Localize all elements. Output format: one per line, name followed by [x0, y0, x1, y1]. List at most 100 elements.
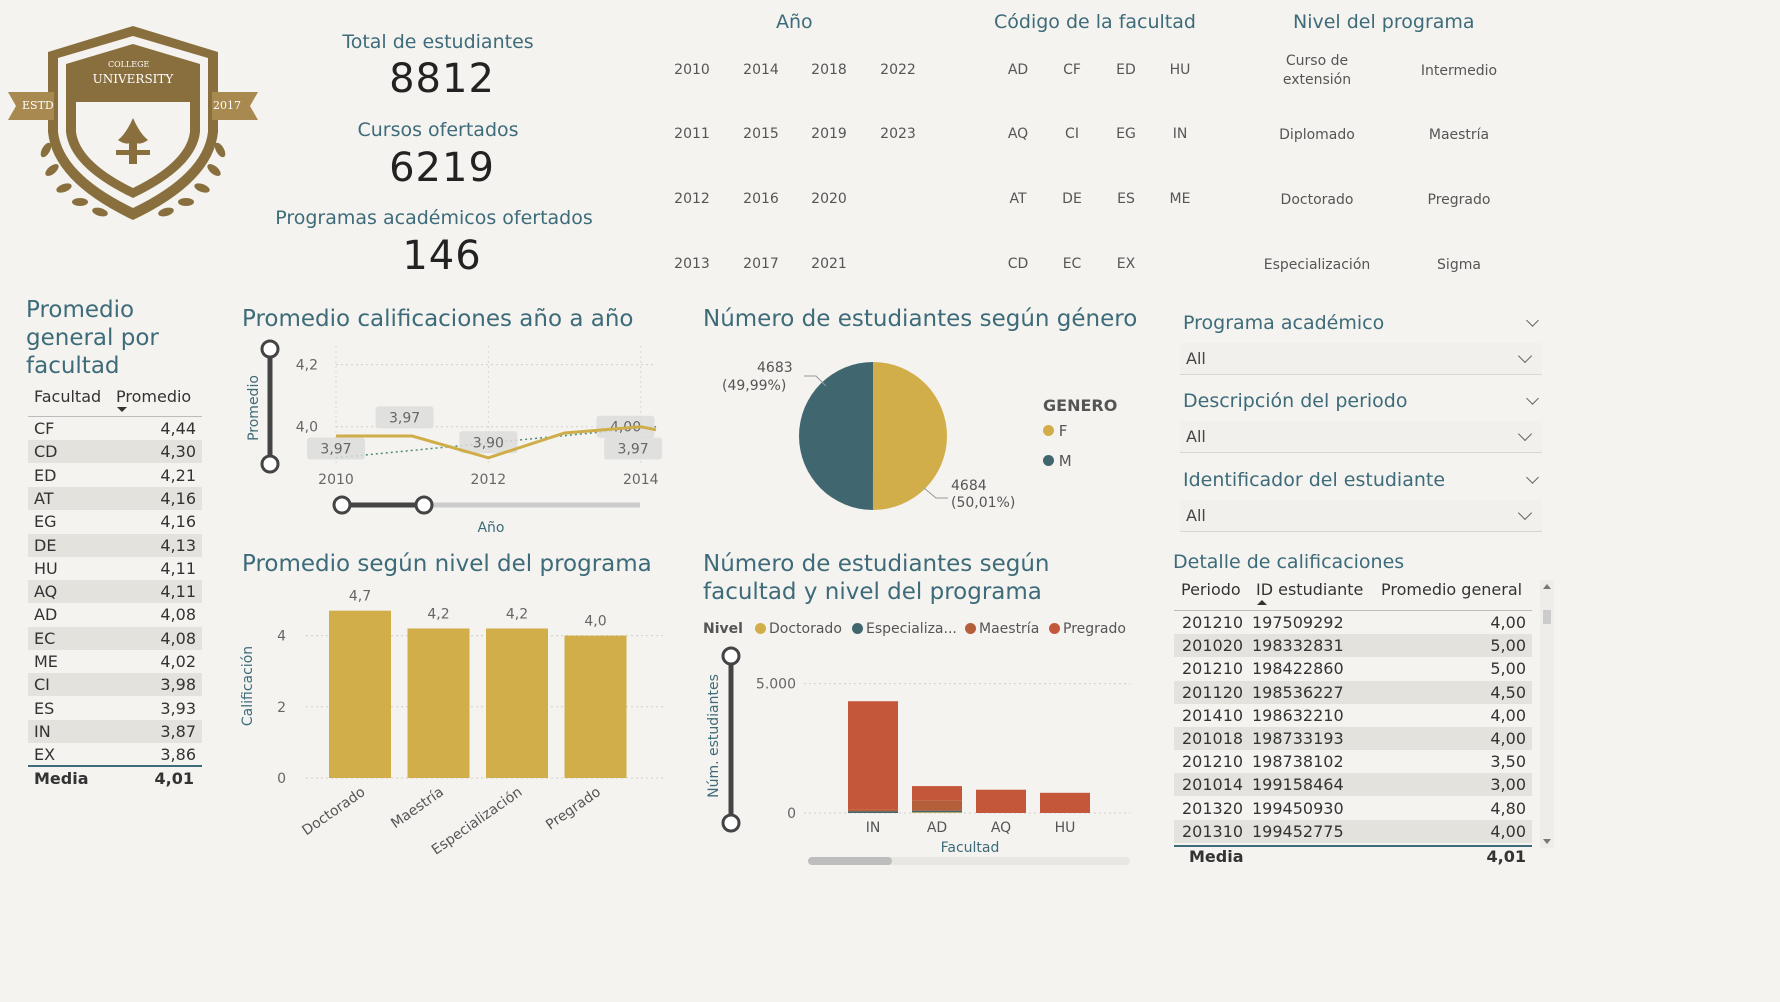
table-row[interactable]: HU 4,11	[28, 557, 202, 580]
dropdown-label[interactable]: Identificador del estudiante	[1183, 469, 1543, 491]
slicer-level-item[interactable]: Pregrado	[1389, 191, 1529, 210]
slicer-year-item[interactable]: 2013	[662, 256, 722, 272]
y-slider-handle[interactable]	[260, 454, 280, 474]
table-row[interactable]: 201210 197509292 4,00	[1174, 611, 1532, 634]
stacked-bar-segment[interactable]	[912, 810, 962, 813]
table-row[interactable]: 201210 198422860 5,00	[1174, 657, 1532, 680]
slicer-year-item[interactable]: 2014	[731, 62, 791, 78]
table-row[interactable]: EX 3,86	[28, 743, 202, 766]
table-row[interactable]: AQ 4,11	[28, 580, 202, 604]
slicer-faculty-item[interactable]: HU	[1156, 62, 1204, 78]
bar[interactable]	[564, 635, 627, 778]
slicer-faculty-item[interactable]: AD	[994, 62, 1042, 78]
slicer-year-item[interactable]: 2019	[799, 126, 859, 142]
table-row[interactable]: EC 4,08	[28, 626, 202, 650]
slicer-level-item[interactable]: Maestría	[1389, 126, 1529, 145]
slicer-year-item[interactable]: 2011	[662, 126, 722, 142]
col-header-average[interactable]: Promedio	[116, 387, 191, 406]
slicer-faculty-item[interactable]: CD	[994, 256, 1042, 272]
slicer-year-item[interactable]: 2012	[662, 191, 722, 207]
table-row[interactable]: 201014 199158464 3,00	[1174, 773, 1532, 797]
slicer-level-item[interactable]: Sigma	[1389, 256, 1529, 275]
table-row[interactable]: 201018 198733193 4,00	[1174, 727, 1532, 750]
dropdown-select[interactable]: All	[1180, 343, 1542, 375]
pie-legend-m[interactable]: M	[1043, 452, 1072, 470]
slicer-year-item[interactable]: 2022	[868, 62, 928, 78]
table-row[interactable]: DE 4,13	[28, 533, 202, 557]
slicer-year-item[interactable]: 2021	[799, 256, 859, 272]
stack-legend-item[interactable]: Doctorado	[755, 621, 842, 637]
pie-slice-f[interactable]	[872, 362, 947, 510]
y-slider-handle[interactable]	[721, 813, 741, 833]
dropdown-select[interactable]: All	[1180, 500, 1542, 532]
slicer-faculty-item[interactable]: ED	[1102, 62, 1150, 78]
stacked-bar-segment[interactable]	[912, 812, 962, 813]
detail-scrollbar[interactable]	[1540, 580, 1554, 848]
slicer-level-item[interactable]: Especialización	[1247, 256, 1387, 275]
stacked-bar-segment[interactable]	[912, 800, 962, 811]
slicer-level-item[interactable]: Doctorado	[1247, 191, 1387, 210]
stacked-bar-segment[interactable]	[848, 811, 898, 813]
slicer-year-item[interactable]: 2016	[731, 191, 791, 207]
table-row[interactable]: CD 4,30	[28, 440, 202, 464]
stack-legend-item[interactable]: Pregrado	[1049, 621, 1126, 637]
chevron-down-icon[interactable]	[1517, 348, 1533, 364]
slicer-faculty-item[interactable]: CF	[1048, 62, 1096, 78]
chevron-down-icon[interactable]	[1517, 426, 1533, 442]
table-row[interactable]: CF 4,44	[28, 417, 202, 440]
slicer-faculty-item[interactable]: AT	[994, 191, 1042, 207]
slicer-faculty-item[interactable]: EC	[1048, 256, 1096, 272]
stacked-bar-segment[interactable]	[912, 786, 962, 801]
table-row[interactable]: 201120 198536227 4,50	[1174, 680, 1532, 704]
dropdown-label[interactable]: Programa académico	[1183, 312, 1543, 334]
pie-slice-m[interactable]	[799, 362, 873, 510]
slicer-year-item[interactable]: 2023	[868, 126, 928, 142]
x-slider-handle[interactable]	[414, 495, 434, 515]
slicer-level-item[interactable]: Diplomado	[1247, 126, 1387, 145]
table-row[interactable]: CI 3,98	[28, 673, 202, 697]
slicer-faculty-item[interactable]: EX	[1102, 256, 1150, 272]
dropdown-select[interactable]: All	[1180, 421, 1542, 453]
table-row[interactable]: IN 3,87	[28, 719, 202, 743]
table-row[interactable]: ES 3,93	[28, 697, 202, 720]
scroll-down-icon[interactable]	[1543, 839, 1551, 844]
slicer-faculty-item[interactable]: CI	[1048, 126, 1096, 142]
table-row[interactable]: AD 4,08	[28, 603, 202, 626]
slicer-faculty-item[interactable]: EG	[1102, 126, 1150, 142]
x-scrollbar-thumb[interactable]	[808, 857, 892, 865]
x-slider-handle[interactable]	[332, 495, 352, 515]
detail-header-id[interactable]: ID estudiante	[1256, 580, 1363, 599]
slicer-year-item[interactable]: 2017	[731, 256, 791, 272]
bar[interactable]	[486, 628, 548, 778]
table-row[interactable]: EG 4,16	[28, 510, 202, 533]
table-row[interactable]: ME 4,02	[28, 650, 202, 673]
stack-legend-item[interactable]: Maestría	[965, 621, 1039, 637]
detail-header-average[interactable]: Promedio general	[1381, 580, 1522, 599]
dropdown-label[interactable]: Descripción del periodo	[1183, 390, 1543, 412]
slicer-faculty-item[interactable]: ME	[1156, 191, 1204, 207]
scroll-up-icon[interactable]	[1543, 584, 1551, 589]
table-row[interactable]: 201310 199452775 4,00	[1174, 819, 1532, 843]
scroll-thumb[interactable]	[1543, 610, 1551, 624]
detail-header-period[interactable]: Periodo	[1181, 580, 1241, 599]
table-row[interactable]: 201020 198332831 5,00	[1174, 634, 1532, 658]
slicer-year-item[interactable]: 2015	[731, 126, 791, 142]
stacked-bar-segment[interactable]	[848, 701, 898, 810]
chevron-down-icon[interactable]	[1517, 505, 1533, 521]
table-row[interactable]: 201410 198632210 4,00	[1174, 704, 1532, 727]
table-row[interactable]: AT 4,16	[28, 486, 202, 510]
pie-legend-f[interactable]: F	[1043, 422, 1067, 440]
col-header-faculty[interactable]: Facultad	[34, 387, 101, 406]
slicer-level-item[interactable]: Intermedio	[1389, 62, 1529, 81]
slicer-faculty-item[interactable]: ES	[1102, 191, 1150, 207]
stacked-bar-segment[interactable]	[976, 789, 1026, 813]
slicer-faculty-item[interactable]: AQ	[994, 126, 1042, 142]
stack-legend-item[interactable]: Especializa...	[852, 621, 957, 637]
y-slider-handle[interactable]	[721, 646, 741, 666]
table-row[interactable]: 201210 198738102 3,50	[1174, 750, 1532, 773]
stacked-bar-segment[interactable]	[848, 809, 898, 812]
slicer-level-item[interactable]: Curso de extensión	[1247, 52, 1387, 90]
bar[interactable]	[407, 628, 470, 778]
slicer-year-item[interactable]: 2020	[799, 191, 859, 207]
slicer-year-item[interactable]: 2018	[799, 62, 859, 78]
